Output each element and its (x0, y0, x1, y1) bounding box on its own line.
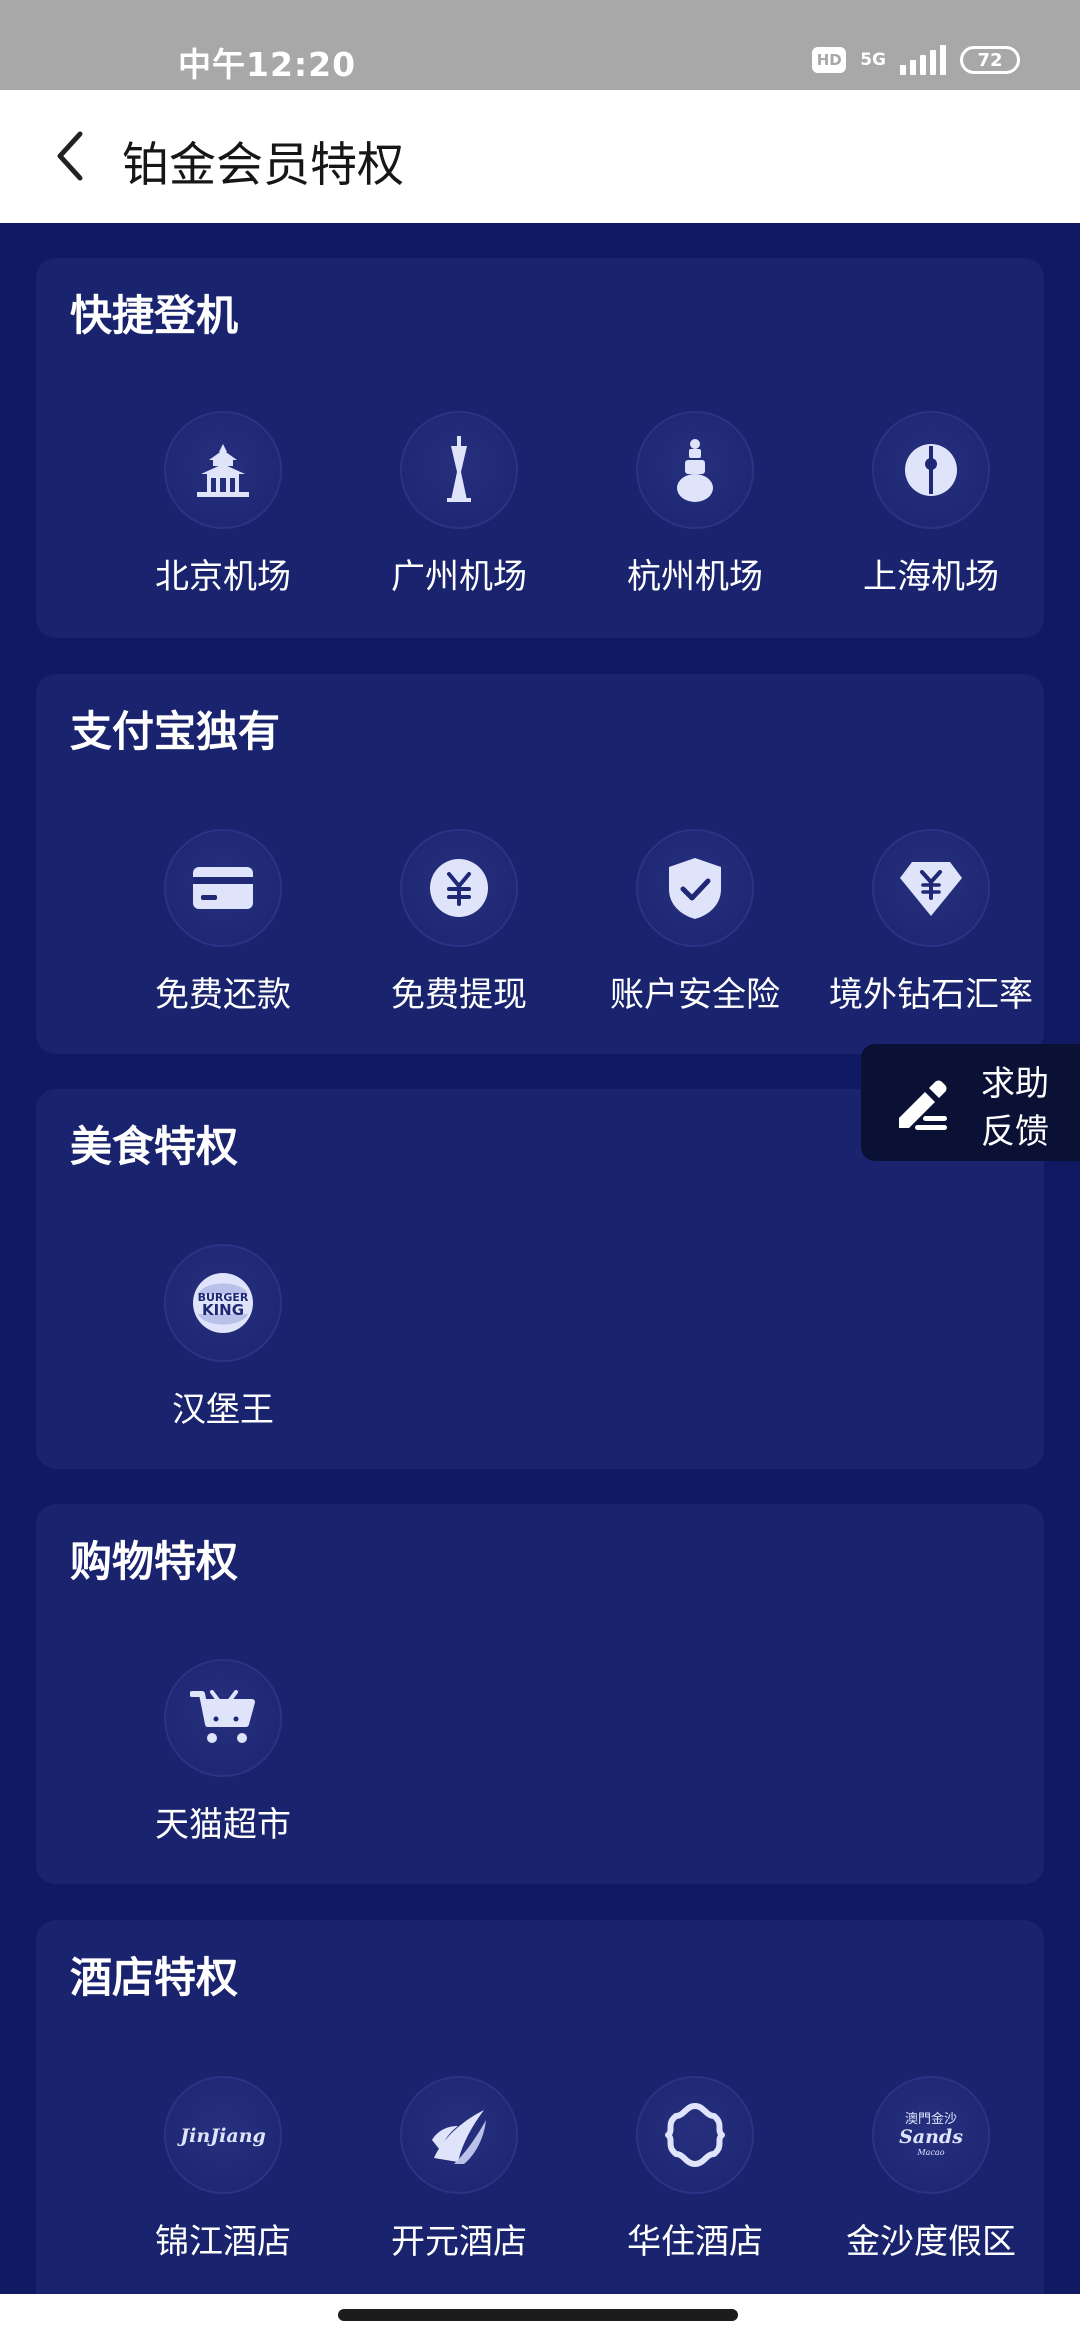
item-label: 汉堡王 (172, 1390, 274, 1430)
section-title: 快捷登机 (70, 291, 239, 340)
jinjiang-logo: JinJiang (164, 2076, 282, 2194)
item-account-insurance[interactable]: 账户安全险 (577, 829, 813, 1029)
section-title: 购物特权 (70, 1537, 239, 1586)
item-label: 开元酒店 (391, 2222, 527, 2262)
item-label: 上海机场 (863, 557, 999, 597)
shield-check-icon (636, 829, 754, 947)
credit-card-icon (164, 829, 282, 947)
item-label: 境外钻石汇率 (829, 975, 1033, 1015)
item-label: 广州机场 (391, 557, 527, 597)
beijing-temple-icon (164, 411, 282, 529)
burger-king-logo: BURGER KING (164, 1244, 282, 1362)
item-huazhu-hotel[interactable]: 华住酒店 (577, 2076, 813, 2276)
edit-pen-icon (899, 1080, 947, 1130)
feedback-label: 反馈 (981, 1112, 1049, 1152)
home-indicator[interactable] (338, 2309, 738, 2321)
item-label: 杭州机场 (627, 557, 763, 597)
sands-logo-text: Sands (899, 2126, 963, 2148)
item-label: 免费还款 (155, 975, 291, 1015)
back-arrow-icon (57, 131, 83, 181)
item-label: 金沙度假区 (846, 2222, 1016, 2262)
sands-logo: 澳門金沙 Sands Macao (872, 2076, 990, 2194)
item-jinjiang-hotel[interactable]: JinJiang 锦江酒店 (105, 2076, 341, 2276)
battery-icon: 72 (960, 46, 1020, 74)
back-button[interactable] (30, 116, 110, 196)
item-burger-king[interactable]: BURGER KING 汉堡王 (105, 1244, 341, 1444)
hd-badge: HD (812, 47, 847, 73)
status-indicators: HD 5G 72 (812, 38, 1020, 82)
item-shanghai-airport[interactable]: 上海机场 (813, 411, 1049, 611)
section-title: 支付宝独有 (70, 707, 281, 756)
hangzhou-pagoda-icon (636, 411, 754, 529)
section-shopping-privilege: 购物特权 天猫超市 (36, 1504, 1044, 1884)
item-guangzhou-airport[interactable]: 广州机场 (341, 411, 577, 611)
item-label: 华住酒店 (627, 2222, 763, 2262)
huazhu-logo (636, 2076, 754, 2194)
item-label: 锦江酒店 (155, 2222, 291, 2262)
status-time: 中午12:20 (178, 45, 357, 84)
sands-logo-text: Macao (916, 2148, 944, 2157)
shopping-cart-icon (164, 1659, 282, 1777)
help-label: 求助 (981, 1064, 1049, 1104)
section-hotel-privilege: 酒店特权 JinJiang 锦江酒店 开元酒店 华住酒店 澳門金沙 Sands … (36, 1920, 1044, 2320)
signal-icon (900, 45, 946, 75)
item-free-withdraw[interactable]: 免费提现 (341, 829, 577, 1029)
network-type: 5G (860, 50, 886, 70)
canton-tower-icon (400, 411, 518, 529)
item-label: 免费提现 (391, 975, 527, 1015)
yuan-coin-icon (400, 829, 518, 947)
section-alipay-exclusive: 支付宝独有 免费还款 免费提现 账户安全险 境外钻石汇率 (36, 674, 1044, 1054)
section-quick-boarding: 快捷登机 北京机场 广州机场 杭州机场 上海机场 (36, 258, 1044, 638)
page-header: 铂金会员特权 (0, 90, 1080, 223)
item-hangzhou-airport[interactable]: 杭州机场 (577, 411, 813, 611)
burger-king-logo-text: KING (202, 1301, 244, 1319)
battery-level: 72 (977, 49, 1003, 71)
item-overseas-diamond-rate[interactable]: 境外钻石汇率 (813, 829, 1049, 1029)
status-bar: 中午12:20 HD 5G 72 (0, 0, 1080, 90)
item-label: 北京机场 (155, 557, 291, 597)
item-free-repayment[interactable]: 免费还款 (105, 829, 341, 1029)
item-tmall-supermarket[interactable]: 天猫超市 (105, 1659, 341, 1859)
item-beijing-airport[interactable]: 北京机场 (105, 411, 341, 611)
page-title: 铂金会员特权 (122, 138, 404, 193)
system-navigation-bar (0, 2294, 1080, 2340)
help-feedback-button[interactable]: 求助 反馈 (861, 1044, 1080, 1161)
kaiyuan-logo (400, 2076, 518, 2194)
section-title: 美食特权 (70, 1122, 239, 1171)
jinjiang-logo-text: JinJiang (177, 2125, 266, 2147)
sands-logo-text: 澳門金沙 (905, 2111, 957, 2127)
section-title: 酒店特权 (70, 1953, 239, 2002)
item-label: 账户安全险 (610, 975, 780, 1015)
item-sands-resort[interactable]: 澳門金沙 Sands Macao 金沙度假区 (813, 2076, 1049, 2276)
item-label: 天猫超市 (155, 1805, 291, 1845)
item-kaiyuan-hotel[interactable]: 开元酒店 (341, 2076, 577, 2276)
diamond-yuan-icon (872, 829, 990, 947)
pearl-tower-icon (872, 411, 990, 529)
